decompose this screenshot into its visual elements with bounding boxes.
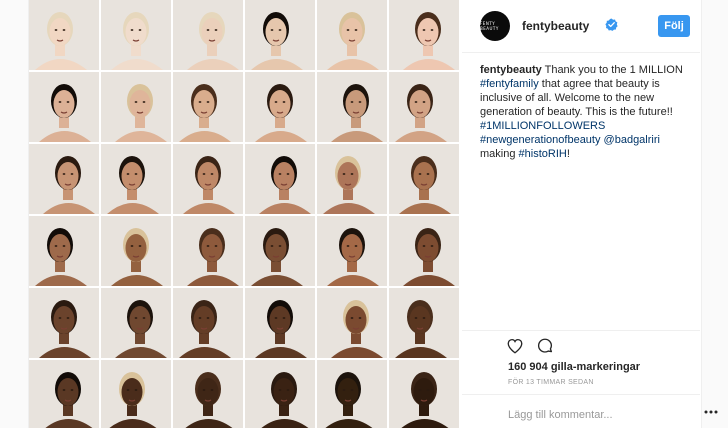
portrait-tile — [173, 360, 243, 428]
portrait-tile — [101, 144, 171, 214]
portrait-image — [29, 360, 99, 428]
portrait-tile — [173, 144, 243, 214]
portrait-tile — [389, 0, 459, 70]
heart-icon[interactable] — [506, 337, 524, 355]
caption-text: making — [480, 148, 519, 160]
portrait-tile — [245, 288, 315, 358]
avatar-logo-text: FENTY BEAUTY — [480, 21, 499, 31]
portrait-tile — [173, 72, 243, 142]
portrait-tile — [101, 360, 171, 428]
likes-count[interactable]: 160 904 gilla-markeringar — [508, 361, 640, 373]
portrait-tile — [173, 0, 243, 70]
hashtag-link[interactable]: #fentyfamily — [480, 78, 539, 90]
add-comment-input[interactable]: Lägg till kommentar... — [508, 409, 613, 421]
caption-text: Thank you to the 1 MILLION — [541, 64, 683, 76]
portrait-tile — [29, 72, 99, 142]
portrait-image — [173, 216, 243, 286]
actions-bar — [462, 330, 700, 361]
portrait-tile — [389, 72, 459, 142]
portrait-image — [389, 0, 459, 70]
hashtag-link[interactable]: #histoRIH — [519, 148, 567, 160]
portrait-tile — [101, 288, 171, 358]
portrait-image — [245, 144, 315, 214]
portrait-tile — [29, 144, 99, 214]
portrait-image — [29, 216, 99, 286]
portrait-image — [101, 144, 171, 214]
portrait-image — [101, 216, 171, 286]
portrait-image — [317, 0, 387, 70]
portrait-tile — [317, 72, 387, 142]
portrait-tile — [29, 216, 99, 286]
mention-link[interactable]: @badgalriri — [604, 134, 660, 146]
portrait-image — [389, 72, 459, 142]
caption-text: ! — [566, 148, 570, 160]
portrait-image — [101, 288, 171, 358]
portrait-image — [101, 72, 171, 142]
portrait-image — [29, 144, 99, 214]
hashtag-link[interactable]: #newgenerationofbeauty — [480, 134, 600, 146]
portrait-tile — [101, 72, 171, 142]
username[interactable]: fentybeauty — [522, 19, 589, 33]
portrait-image — [245, 0, 315, 70]
portrait-image — [101, 0, 171, 70]
portrait-tile — [101, 216, 171, 286]
portrait-tile — [317, 288, 387, 358]
portrait-image — [173, 72, 243, 142]
post-caption: fentybeauty Thank you to the 1 MILLION #… — [480, 63, 690, 161]
portrait-tile — [317, 0, 387, 70]
portrait-image — [29, 288, 99, 358]
portrait-tile — [173, 216, 243, 286]
portrait-tile — [317, 360, 387, 428]
portrait-image — [389, 360, 459, 428]
portrait-tile — [317, 144, 387, 214]
portrait-image — [173, 0, 243, 70]
portrait-tile — [101, 0, 171, 70]
portrait-tile — [245, 0, 315, 70]
portrait-image — [245, 360, 315, 428]
hashtag-link[interactable]: #1MILLIONFOLLOWERS — [480, 120, 605, 132]
portrait-image — [173, 288, 243, 358]
post-timestamp: FÖR 13 TIMMAR SEDAN — [508, 379, 594, 386]
page-background: FENTY BEAUTY fentybeauty Följ fentybeaut… — [0, 0, 728, 428]
portrait-tile — [389, 360, 459, 428]
portrait-image — [173, 144, 243, 214]
portrait-image — [389, 144, 459, 214]
portrait-image — [173, 360, 243, 428]
portrait-image — [317, 72, 387, 142]
portrait-image — [317, 216, 387, 286]
portrait-image — [245, 288, 315, 358]
portrait-tile — [29, 0, 99, 70]
portrait-image — [317, 360, 387, 428]
portrait-tile — [389, 216, 459, 286]
post-header: FENTY BEAUTY fentybeauty Följ — [462, 0, 700, 53]
portrait-tile — [389, 144, 459, 214]
portrait-image — [317, 288, 387, 358]
portrait-image — [389, 216, 459, 286]
portrait-image — [29, 72, 99, 142]
avatar[interactable]: FENTY BEAUTY — [480, 11, 510, 41]
portrait-tile — [245, 216, 315, 286]
verified-badge-icon — [605, 18, 618, 31]
post-image[interactable] — [29, 0, 461, 428]
portrait-image — [245, 216, 315, 286]
portrait-tile — [245, 144, 315, 214]
portrait-image — [317, 144, 387, 214]
portrait-image — [29, 0, 99, 70]
portrait-tile — [29, 288, 99, 358]
comment-icon[interactable] — [536, 337, 554, 355]
portrait-image — [101, 360, 171, 428]
portrait-tile — [29, 360, 99, 428]
portrait-tile — [245, 360, 315, 428]
portrait-tile — [317, 216, 387, 286]
portrait-image — [245, 72, 315, 142]
caption-author[interactable]: fentybeauty — [480, 64, 542, 76]
follow-button[interactable]: Följ — [658, 15, 690, 37]
instagram-post: FENTY BEAUTY fentybeauty Följ fentybeaut… — [28, 0, 718, 428]
portrait-tile — [245, 72, 315, 142]
portrait-tile — [173, 288, 243, 358]
portrait-tile — [389, 288, 459, 358]
more-dots-icon[interactable] — [704, 408, 718, 416]
portrait-grid — [29, 0, 461, 428]
portrait-image — [389, 288, 459, 358]
